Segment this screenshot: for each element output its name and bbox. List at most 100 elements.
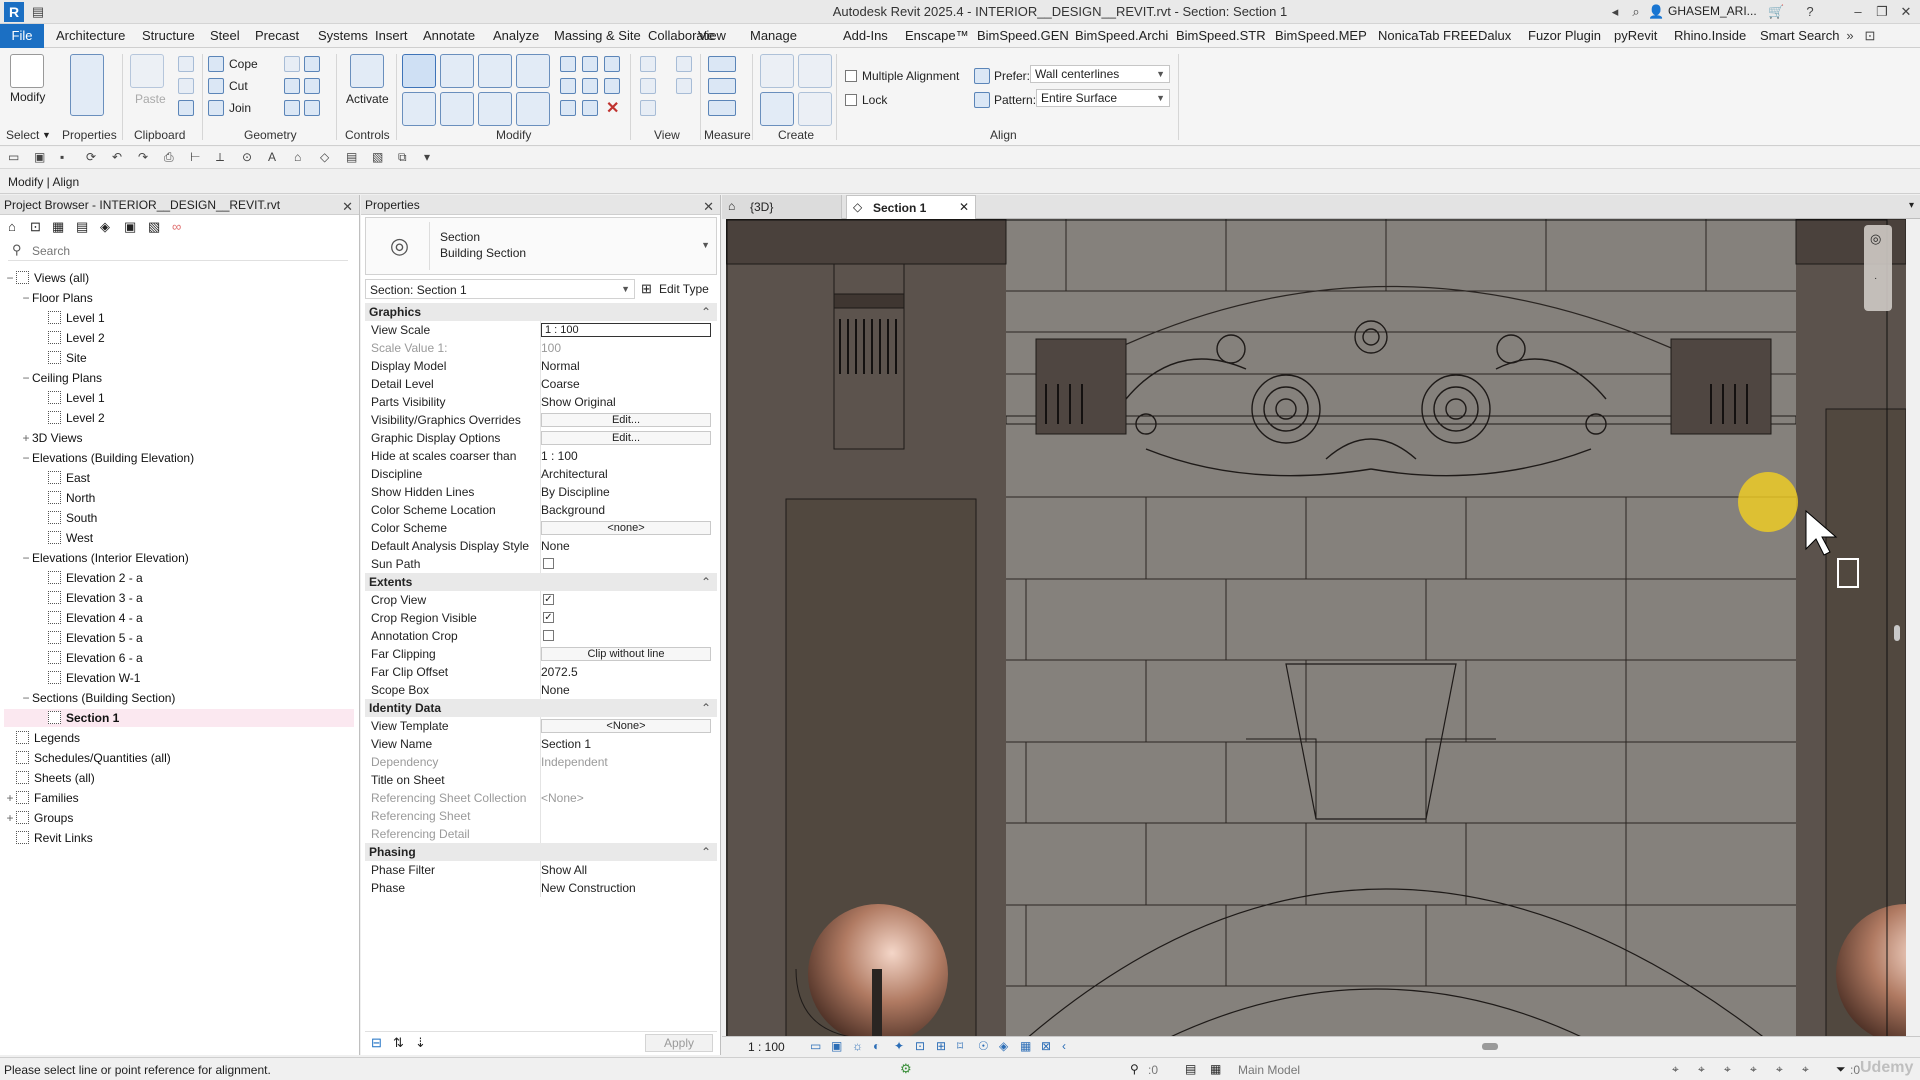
collapse-icon[interactable]: − [4, 269, 16, 287]
create-group-icon[interactable] [760, 92, 794, 126]
tree-item[interactable]: East [4, 469, 354, 487]
tree-item-selected[interactable]: Section 1 [4, 709, 354, 727]
section-drawing[interactable] [726, 219, 1906, 1039]
tree-item[interactable]: − Floor Plans [4, 289, 354, 307]
collapse-icon[interactable]: − [20, 369, 32, 387]
select-by-face-icon[interactable]: ⌖ [1750, 1062, 1757, 1077]
select-links-icon[interactable]: ⌖ [1672, 1062, 1679, 1077]
rendering-icon[interactable]: ✦ [894, 1039, 904, 1053]
apply-button[interactable]: Apply [645, 1034, 713, 1052]
property-value-button[interactable]: Edit... [541, 413, 711, 427]
ribbon-options-icon[interactable]: ⊡ [1862, 28, 1878, 44]
sync-icon[interactable]: ⟳ [86, 150, 96, 164]
tab-bimspeed-gen[interactable]: BimSpeed.GEN [977, 28, 1069, 43]
activate-button[interactable]: Activate [346, 92, 389, 106]
properties-label[interactable]: Properties [62, 128, 117, 142]
switch-windows-icon[interactable]: ⧉ [398, 150, 407, 165]
select-box-icon[interactable] [640, 100, 656, 116]
tree-item[interactable]: − Views (all) [4, 269, 354, 287]
modify-button[interactable]: Modify [10, 90, 45, 104]
tree-item[interactable]: − Ceiling Plans [4, 369, 354, 387]
cut-button[interactable]: Cut [229, 79, 248, 93]
horizontal-scroll-thumb[interactable] [1482, 1043, 1498, 1050]
tree-item[interactable]: Site [4, 349, 354, 367]
filter-icon[interactable]: ⏷ [1836, 1062, 1846, 1077]
tab-insert[interactable]: Insert [375, 28, 408, 43]
cope-icon[interactable] [208, 56, 224, 72]
rotate-icon[interactable] [478, 92, 512, 126]
tree-item[interactable]: − Elevations (Interior Elevation) [4, 549, 354, 567]
group-icon[interactable]: ▣ [124, 219, 136, 235]
more-tabs-icon[interactable]: » [1842, 28, 1858, 44]
tab-precast[interactable]: Precast [255, 28, 299, 43]
default-3d-icon[interactable]: ⌂ [294, 150, 301, 164]
tree-item[interactable]: Schedules/Quantities (all) [4, 749, 354, 767]
tab-pyrevit[interactable]: pyRevit [1614, 28, 1657, 43]
open-icon[interactable]: ▭ [8, 150, 19, 164]
property-value[interactable]: Show Original [541, 393, 616, 411]
close-hidden-icon[interactable]: ▧ [372, 150, 383, 164]
unpin-icon[interactable] [604, 56, 620, 72]
property-value-button[interactable]: <None> [541, 719, 711, 733]
select-dropdown[interactable]: Select [6, 128, 39, 142]
create-parts-icon[interactable] [798, 54, 832, 88]
view-scale[interactable]: 1 : 100 [748, 1040, 785, 1054]
expand-icon[interactable]: + [4, 789, 16, 807]
align-tool-icon[interactable] [402, 54, 436, 88]
sun-path-icon[interactable]: ☼ [852, 1039, 863, 1053]
sheet-icon[interactable]: ▦ [52, 219, 64, 235]
checkbox-unchecked[interactable] [543, 558, 554, 569]
tab-systems[interactable]: Systems [318, 28, 368, 43]
property-value[interactable]: 1 : 100 [541, 447, 578, 465]
tree-item[interactable]: North [4, 489, 354, 507]
property-group-header[interactable]: Phasing ⌃ [365, 843, 717, 861]
tab-enscape[interactable]: Enscape™ [905, 28, 969, 43]
measure-qat-icon[interactable]: ⊢ [190, 150, 200, 164]
text-icon[interactable]: A [268, 150, 276, 164]
view-icon[interactable]: ⊡ [30, 219, 41, 235]
tab-menu-icon[interactable]: ▾ [1909, 200, 1914, 211]
tree-item[interactable]: +3D Views [4, 429, 354, 447]
split-gap-icon[interactable] [582, 56, 598, 72]
checkbox-checked[interactable]: ✓ [543, 612, 554, 623]
select-underlay-icon[interactable]: ⌖ [1698, 1062, 1705, 1077]
scale-icon[interactable] [582, 78, 598, 94]
collapse-icon[interactable]: − [20, 689, 32, 707]
match-properties-icon[interactable] [178, 100, 194, 116]
tree-item[interactable]: Elevation 5 - a [4, 629, 354, 647]
tree-item[interactable]: Elevation 3 - a [4, 589, 354, 607]
scroll-thumb[interactable] [1894, 625, 1900, 641]
tree-item[interactable]: Elevation 4 - a [4, 609, 354, 627]
property-value-button[interactable]: Edit... [541, 431, 711, 445]
tab-analyze[interactable]: Analyze [493, 28, 539, 43]
property-value[interactable]: Coarse [541, 375, 580, 393]
select-pinned-icon[interactable]: ⌖ [1724, 1062, 1731, 1077]
create-similar-icon[interactable] [798, 92, 832, 126]
unlock-3d-icon[interactable]: ⌑ [957, 1039, 963, 1053]
wall-join-icon[interactable] [304, 100, 320, 116]
paste-icon[interactable] [130, 54, 164, 88]
close-tab-icon[interactable]: ✕ [959, 200, 969, 214]
tab-manage[interactable]: Manage [750, 28, 797, 43]
property-group-header[interactable]: Identity Data ⌃ [365, 699, 717, 717]
tree-item[interactable]: − Sections (Building Section) [4, 689, 354, 707]
collapse-icon[interactable]: − [20, 289, 32, 307]
tab-bimspeed-str[interactable]: BimSpeed.STR [1176, 28, 1266, 43]
trim-multiple-icon[interactable] [560, 100, 576, 116]
split-icon[interactable] [560, 56, 576, 72]
revit-logo[interactable]: R [4, 2, 24, 22]
shadows-icon[interactable]: ◐ [873, 1039, 880, 1053]
tree-item[interactable]: − Elevations (Building Elevation) [4, 449, 354, 467]
property-value[interactable]: Normal [541, 357, 580, 375]
property-value[interactable]: New Construction [541, 879, 636, 897]
checkbox-unchecked[interactable] [543, 630, 554, 641]
property-value[interactable]: By Discipline [541, 483, 610, 501]
vertical-scrollbar[interactable] [1892, 225, 1904, 1025]
tab-steel[interactable]: Steel [210, 28, 240, 43]
linework-icon[interactable] [640, 78, 656, 94]
temporary-view-icon[interactable]: ▦ [1020, 1039, 1031, 1053]
cope-button[interactable]: Cope [229, 57, 258, 71]
browser-search[interactable]: ⚲ [8, 241, 348, 261]
steering-wheel-icon[interactable]: ◎ [1870, 231, 1881, 247]
pin-icon[interactable] [604, 78, 620, 94]
